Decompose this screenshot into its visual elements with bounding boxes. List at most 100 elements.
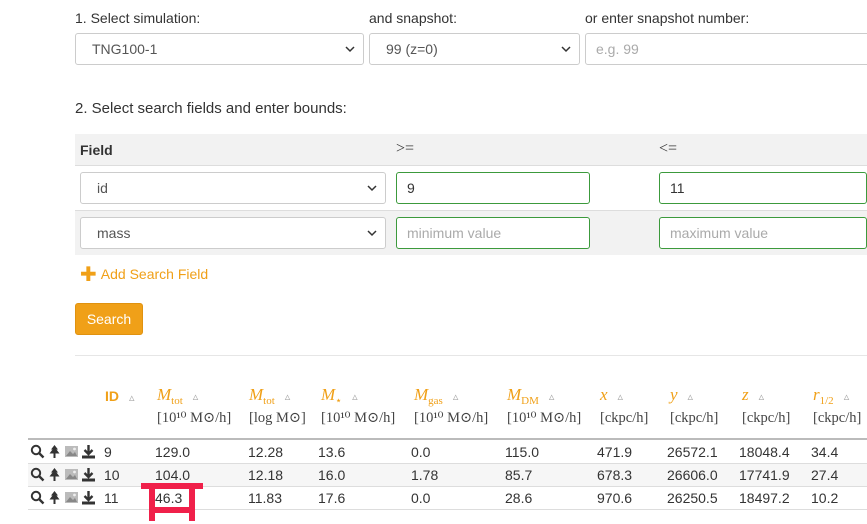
simulation-label: 1. Select simulation: [75,10,201,26]
search-icon[interactable] [30,490,45,505]
snapshot-select[interactable]: 99 (z=0) [369,33,580,65]
table-cell: 18497.2 [739,490,790,506]
unit-label: [ckpc/h] [600,410,649,426]
divider [75,165,867,166]
unit-label: [ckpc/h] [813,410,862,426]
download-icon[interactable] [81,444,96,459]
table-cell: 129.0 [155,444,191,460]
field-table-header [75,134,867,165]
field-select-value: id [97,180,108,196]
sort-icon: ▵ [284,390,291,403]
max-value-input[interactable]: maximum value [659,217,867,249]
table-cell: 471.9 [597,444,633,460]
col-subscript: tot [263,395,275,407]
table-cell: 27.4 [811,467,839,483]
col-header-mgas[interactable]: Mgas ▵ [414,385,458,407]
field-select-id[interactable]: id [80,172,386,204]
col-header-id-label: ID [105,388,119,404]
chevron-down-icon [345,46,355,53]
ge-column-header: >= [396,140,415,157]
unit-label: [10¹⁰ M⊙/h] [414,410,489,426]
divider [75,355,867,356]
snapshot-label: and snapshot: [369,10,457,26]
plus-icon: ✚ [80,264,97,286]
table-cell: 18048.4 [739,444,790,460]
max-value-text: 11 [670,180,685,196]
search-button[interactable]: Search [75,303,143,335]
col-header-id[interactable]: ID ▵ [105,388,135,404]
unit-label: [10¹⁰ M⊙/h] [157,410,232,426]
row-id-link[interactable]: 11 [104,490,119,506]
row-id-link[interactable]: 10 [104,467,120,483]
image-icon[interactable] [64,467,79,482]
table-cell: 11.83 [248,490,282,506]
sort-icon: ▵ [192,390,199,403]
table-cell: 0.0 [411,444,431,460]
add-search-field-label: Add Search Field [100,266,209,282]
unit-label: [ckpc/h] [670,410,719,426]
sort-icon: ▵ [843,390,850,403]
table-cell: 12.28 [248,444,284,460]
tree-icon[interactable] [47,444,62,459]
col-header-log-mtot[interactable]: Mtot ▵ [249,385,290,407]
table-cell: 678.3 [597,467,633,483]
table-cell: 970.6 [597,490,633,506]
le-column-header: <= [659,140,678,157]
col-subscript: gas [428,395,443,407]
snapshot-number-input[interactable]: e.g. 99 [585,33,867,65]
col-header-z[interactable]: z ▵ [742,385,764,405]
col-symbol: M [321,385,336,404]
snapshot-number-placeholder: e.g. 99 [596,41,639,57]
table-cell: 26606.0 [667,467,718,483]
table-cell: 85.7 [505,467,533,483]
col-symbol: y [670,385,678,404]
simulation-select-value: TNG100-1 [92,41,158,57]
sort-icon: ▵ [352,390,358,403]
field-column-header: Field [80,142,113,158]
col-header-x[interactable]: x ▵ [600,385,623,405]
sort-icon: ▵ [758,390,765,403]
row-actions [30,444,96,459]
col-header-mtot[interactable]: Mtot ▵ [157,385,198,407]
min-value-text: 9 [407,180,415,196]
search-icon[interactable] [30,444,45,459]
sort-icon: ▵ [687,390,694,403]
sort-icon: ▵ [129,391,135,404]
min-value-input[interactable]: 9 [396,172,590,204]
simulation-select[interactable]: TNG100-1 [75,33,364,65]
sort-icon: ▵ [617,390,624,403]
col-header-mstar[interactable]: M⋆ ▵ [321,385,358,407]
field-select-value: mass [97,225,131,241]
col-header-y[interactable]: y ▵ [670,385,693,405]
field-select-mass[interactable]: mass [80,217,386,249]
col-symbol: r [813,385,820,404]
row-id-link[interactable]: 9 [104,444,112,460]
table-cell: 115.0 [505,444,539,460]
table-cell: 28.6 [505,490,533,506]
col-subscript: 1/2 [819,395,834,407]
unit-label: [log M⊙] [249,410,306,426]
col-header-rhalf[interactable]: r1/2 ▵ [813,385,849,407]
image-icon[interactable] [64,490,79,505]
add-search-field-link[interactable]: ✚ Add Search Field [80,262,208,287]
search-fields-title: 2. Select search fields and enter bounds… [75,100,347,117]
table-cell: 26250.5 [667,490,718,506]
download-icon[interactable] [81,490,96,505]
image-icon[interactable] [64,444,79,459]
min-value-input[interactable]: minimum value [396,217,590,249]
max-value-input[interactable]: 11 [659,172,867,204]
col-subscript: ⋆ [335,395,343,407]
tree-icon[interactable] [47,467,62,482]
row-actions [30,490,96,505]
col-symbol: x [600,385,608,404]
snapshot-select-value: 99 (z=0) [386,41,438,57]
col-header-mdm[interactable]: MDM ▵ [507,385,554,407]
download-icon[interactable] [81,467,96,482]
snapnum-label: or enter snapshot number: [585,10,750,26]
search-icon[interactable] [30,467,45,482]
tree-icon[interactable] [47,490,62,505]
col-symbol: M [249,385,264,404]
unit-label: [10¹⁰ M⊙/h] [321,410,396,426]
chevron-down-icon [561,46,571,53]
table-cell: 12.18 [248,467,284,483]
